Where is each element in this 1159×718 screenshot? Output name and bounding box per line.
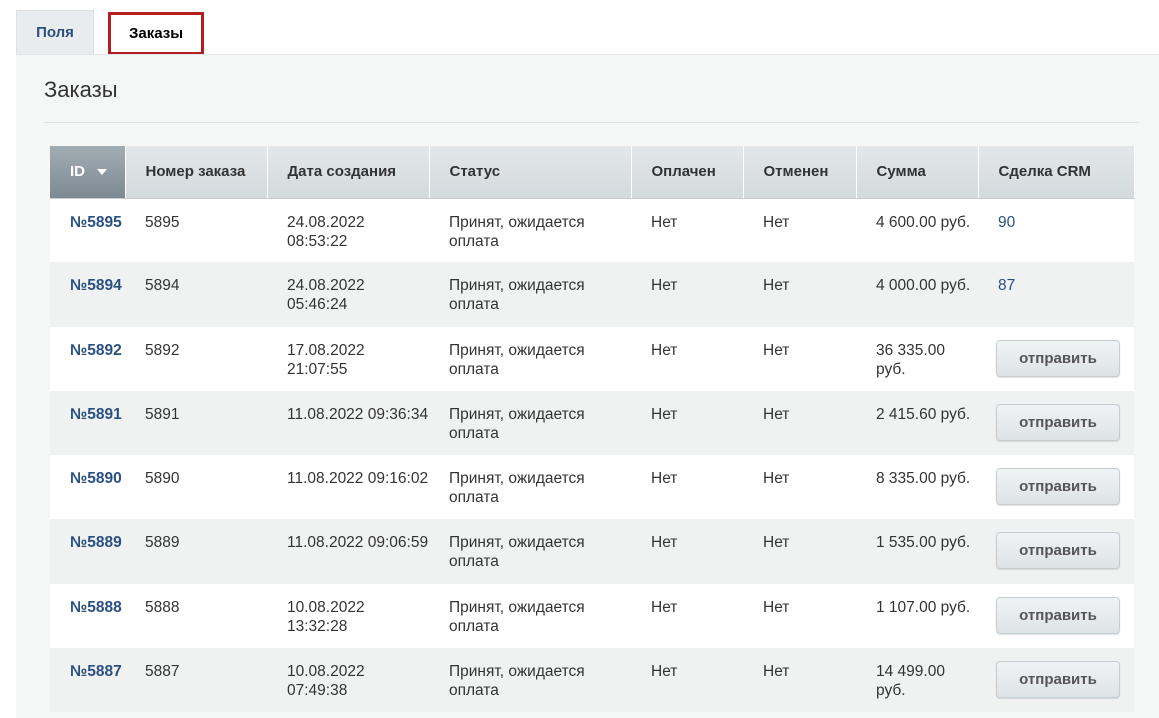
order-canceled: Нет: [743, 455, 856, 520]
crm-deal-cell: отправить: [978, 326, 1134, 391]
crm-deal-link[interactable]: 87: [998, 277, 1015, 294]
column-header-crm-deal[interactable]: Сделка CRM: [978, 146, 1135, 199]
order-canceled: Нет: [743, 326, 856, 391]
order-date: 11.08.2022 09:16:02: [267, 455, 429, 520]
table-row: №5891 5891 11.08.2022 09:36:34 Принят, ожид…: [50, 390, 1134, 456]
order-paid: Нет: [631, 455, 743, 520]
order-id-link[interactable]: №5889: [50, 519, 125, 584]
column-header-label: ID: [70, 162, 85, 180]
crm-deal-cell: отправить: [978, 583, 1134, 649]
order-status: Принят, ожидается оплата: [429, 455, 631, 520]
tab-fields[interactable]: Поля: [16, 10, 94, 55]
order-sum: 4 000.00 руб.: [856, 262, 978, 327]
column-header-sum[interactable]: Сумма: [856, 146, 979, 199]
table-row: №5894 5894 24.08.2022 05:46:24 Принят, ожид…: [50, 262, 1134, 327]
send-to-crm-button[interactable]: отправить: [996, 661, 1120, 699]
order-canceled: Нет: [743, 583, 856, 649]
table-body: №5895 5895 24.08.2022 08:53:22 Принят, ожид…: [50, 198, 1134, 713]
crm-deal-cell: отправить: [978, 519, 1134, 584]
order-number: 5891: [125, 390, 267, 456]
order-sum: 1 535.00 руб.: [856, 519, 978, 584]
order-sum: 2 415.60 руб.: [856, 390, 978, 456]
table-row: №5889 5889 11.08.2022 09:06:59 Принят, ожид…: [50, 519, 1134, 584]
send-to-crm-button[interactable]: отправить: [996, 596, 1120, 634]
order-number: 5892: [125, 326, 267, 391]
crm-deal-link[interactable]: 90: [998, 214, 1015, 231]
order-date: 10.08.2022 13:32:28: [267, 583, 429, 649]
table-row: №5888 5888 10.08.2022 13:32:28 Принят, ожид…: [50, 583, 1134, 649]
send-to-crm-button[interactable]: отправить: [996, 468, 1120, 506]
order-number: 5887: [125, 648, 267, 713]
column-header-date[interactable]: Дата создания: [267, 146, 430, 199]
order-status: Принят, ожидается оплата: [429, 648, 631, 713]
order-number: 5889: [125, 519, 267, 584]
order-status: Принят, ожидается оплата: [429, 326, 631, 391]
crm-deal-cell: отправить: [978, 455, 1134, 520]
crm-deal-cell: отправить: [978, 390, 1134, 456]
order-date: 10.08.2022 07:49:38: [267, 648, 429, 713]
section-title: Заказы: [44, 77, 118, 102]
send-to-crm-button[interactable]: отправить: [996, 339, 1120, 377]
order-status: Принят, ожидается оплата: [429, 390, 631, 456]
order-id-link[interactable]: №5888: [50, 583, 125, 649]
order-sum: 1 107.00 руб.: [856, 583, 978, 649]
column-header-number[interactable]: Номер заказа: [125, 146, 268, 199]
order-paid: Нет: [631, 262, 743, 327]
order-canceled: Нет: [743, 519, 856, 584]
order-sum: 36 335.00 руб.: [856, 326, 978, 391]
order-canceled: Нет: [743, 648, 856, 713]
order-number: 5890: [125, 455, 267, 520]
order-sum: 4 600.00 руб.: [856, 198, 978, 263]
order-paid: Нет: [631, 519, 743, 584]
tab-orders[interactable]: Заказы: [108, 12, 204, 55]
order-date: 11.08.2022 09:06:59: [267, 519, 429, 584]
crm-deal-cell: отправить: [978, 648, 1134, 713]
crm-deal-cell: 90: [978, 198, 1134, 263]
order-id-link[interactable]: №5891: [50, 390, 125, 456]
order-sum: 14 499.00 руб.: [856, 648, 978, 713]
order-date: 24.08.2022 08:53:22: [267, 198, 429, 263]
order-paid: Нет: [631, 390, 743, 456]
order-paid: Нет: [631, 198, 743, 263]
table-row: №5890 5890 11.08.2022 09:16:02 Принят, ожид…: [50, 455, 1134, 520]
order-status: Принят, ожидается оплата: [429, 583, 631, 649]
order-id-link[interactable]: №5894: [50, 262, 125, 327]
order-status: Принят, ожидается оплата: [429, 198, 631, 263]
order-date: 17.08.2022 21:07:55: [267, 326, 429, 391]
order-number: 5895: [125, 198, 267, 263]
send-to-crm-button[interactable]: отправить: [996, 403, 1120, 441]
crm-deal-cell: 87: [978, 262, 1134, 327]
order-id-link[interactable]: №5892: [50, 326, 125, 391]
send-to-crm-button[interactable]: отправить: [996, 532, 1120, 570]
order-canceled: Нет: [743, 262, 856, 327]
column-header-paid[interactable]: Оплачен: [631, 146, 744, 199]
order-paid: Нет: [631, 326, 743, 391]
order-paid: Нет: [631, 648, 743, 713]
order-sum: 8 335.00 руб.: [856, 455, 978, 520]
order-id-link[interactable]: №5887: [50, 648, 125, 713]
order-id-link[interactable]: №5890: [50, 455, 125, 520]
order-paid: Нет: [631, 583, 743, 649]
order-canceled: Нет: [743, 390, 856, 456]
order-id-link[interactable]: №5895: [50, 198, 125, 263]
table-row: №5892 5892 17.08.2022 21:07:55 Принят, ожид…: [50, 326, 1134, 391]
order-status: Принят, ожидается оплата: [429, 519, 631, 584]
orders-table: ID Номер заказа Дата создания Статус Опл…: [50, 146, 1135, 713]
order-status: Принят, ожидается оплата: [429, 262, 631, 327]
order-number: 5888: [125, 583, 267, 649]
order-date: 11.08.2022 09:36:34: [267, 390, 429, 456]
chevron-down-icon[interactable]: [97, 168, 107, 175]
column-header-canceled[interactable]: Отменен: [743, 146, 857, 199]
order-number: 5894: [125, 262, 267, 327]
table-header-row: ID Номер заказа Дата создания Статус Опл…: [50, 146, 1135, 199]
table-row: №5887 5887 10.08.2022 07:49:38 Принят, ожид…: [50, 648, 1134, 713]
column-header-id[interactable]: ID: [50, 146, 126, 199]
order-date: 24.08.2022 05:46:24: [267, 262, 429, 327]
divider: [44, 122, 1139, 123]
table-row: №5895 5895 24.08.2022 08:53:22 Принят, ожид…: [50, 198, 1134, 263]
order-canceled: Нет: [743, 198, 856, 263]
column-header-status[interactable]: Статус: [429, 146, 632, 199]
